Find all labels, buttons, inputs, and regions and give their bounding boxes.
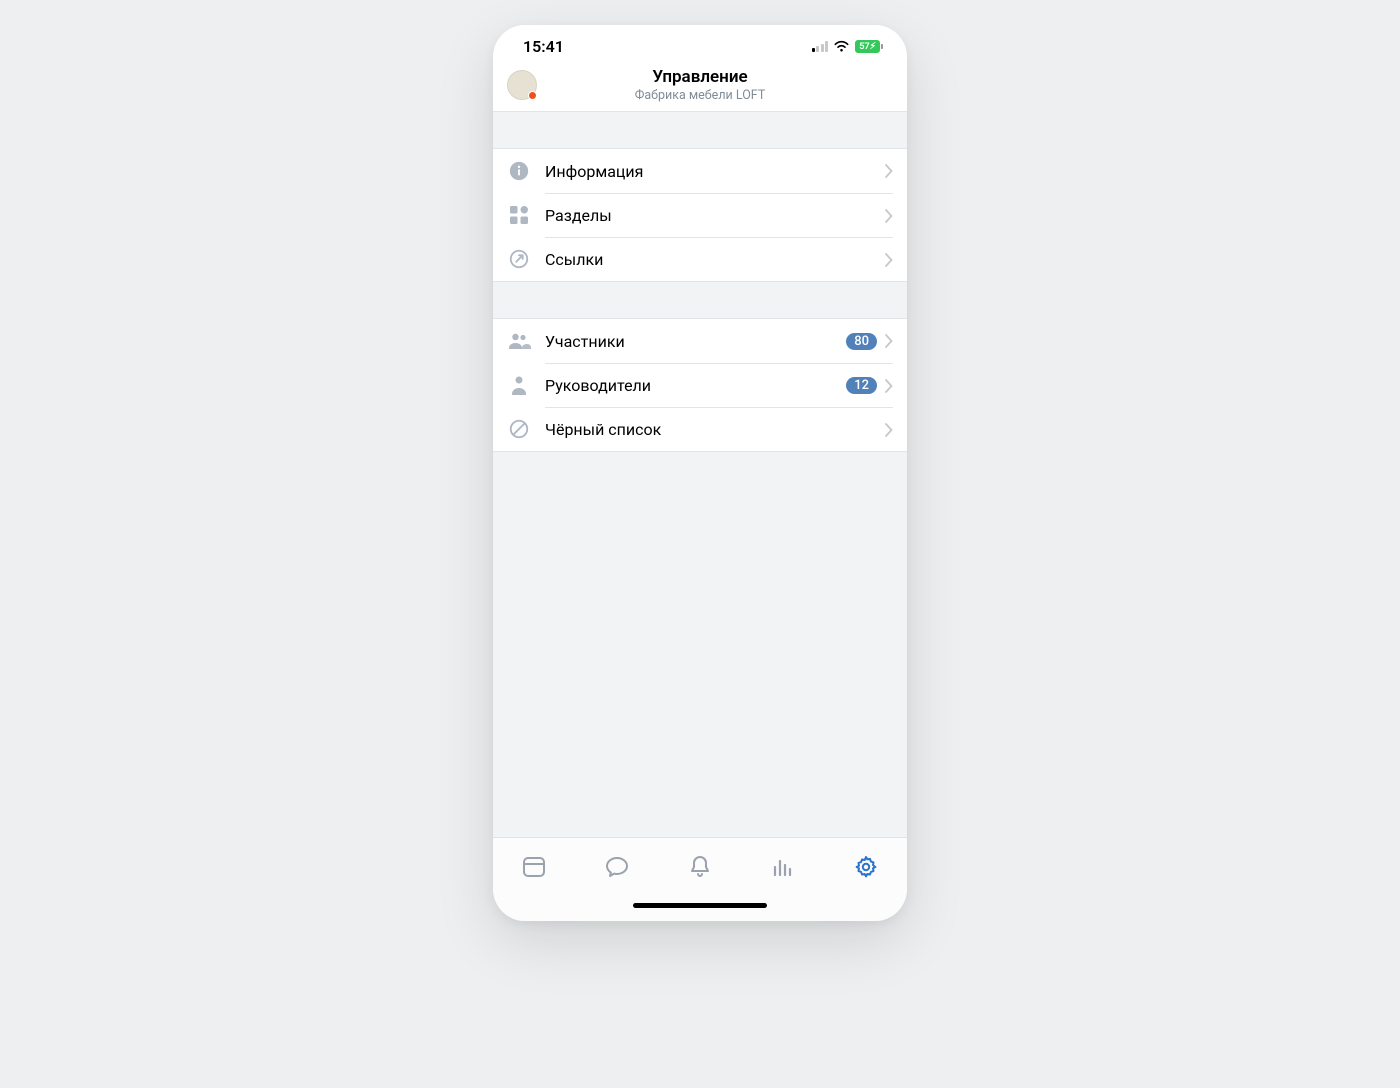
count-badge: 12 — [846, 377, 877, 394]
chevron-right-icon — [885, 164, 893, 178]
nav-header: Управление Фабрика мебели LOFT — [493, 63, 907, 112]
info-icon — [507, 159, 531, 183]
group-members: Участники 80 Руководители 12 — [493, 318, 907, 452]
tab-messages[interactable] — [576, 854, 659, 880]
status-indicators: 57⚡︎ — [812, 40, 884, 53]
sections-icon — [507, 203, 531, 227]
chevron-right-icon — [885, 253, 893, 267]
row-label: Разделы — [545, 206, 877, 225]
chevron-right-icon — [885, 334, 893, 348]
admin-icon — [507, 373, 531, 397]
row-blocklist[interactable]: Чёрный список — [493, 407, 907, 451]
wifi-icon — [833, 40, 850, 52]
row-sections[interactable]: Разделы — [493, 193, 907, 237]
count-badge: 80 — [846, 333, 877, 350]
members-icon — [507, 329, 531, 353]
row-label: Участники — [545, 332, 838, 351]
row-links[interactable]: Ссылки — [493, 237, 907, 281]
page-title: Управление — [507, 67, 893, 87]
battery-icon: 57⚡︎ — [855, 40, 883, 53]
row-label: Руководители — [545, 376, 838, 395]
blocklist-icon — [507, 417, 531, 441]
status-bar: 15:41 57⚡︎ — [493, 25, 907, 63]
home-indicator-area — [493, 895, 907, 921]
tab-settings[interactable] — [824, 854, 907, 880]
avatar[interactable] — [507, 70, 537, 100]
chevron-right-icon — [885, 423, 893, 437]
row-label: Чёрный список — [545, 420, 877, 439]
battery-text: 57 — [859, 41, 869, 52]
group-settings: Информация Разделы Ссылки — [493, 148, 907, 282]
tab-browser[interactable] — [493, 854, 576, 880]
page-subtitle: Фабрика мебели LOFT — [507, 88, 893, 103]
chevron-right-icon — [885, 379, 893, 393]
tab-bar — [493, 837, 907, 895]
tab-stats[interactable] — [741, 855, 824, 879]
row-participants[interactable]: Участники 80 — [493, 319, 907, 363]
row-label: Ссылки — [545, 250, 877, 269]
chevron-right-icon — [885, 209, 893, 223]
phone-frame: 15:41 57⚡︎ Управление Фабрика мебели LOF… — [493, 25, 907, 921]
row-information[interactable]: Информация — [493, 149, 907, 193]
link-icon — [507, 247, 531, 271]
home-indicator[interactable] — [633, 903, 767, 908]
row-label: Информация — [545, 162, 877, 181]
row-admins[interactable]: Руководители 12 — [493, 363, 907, 407]
status-time: 15:41 — [523, 37, 564, 56]
content-scroll[interactable]: Информация Разделы Ссылки — [493, 112, 907, 837]
nav-titles: Управление Фабрика мебели LOFT — [507, 67, 893, 103]
tab-notifications[interactable] — [659, 854, 742, 880]
signal-icon — [812, 41, 829, 52]
